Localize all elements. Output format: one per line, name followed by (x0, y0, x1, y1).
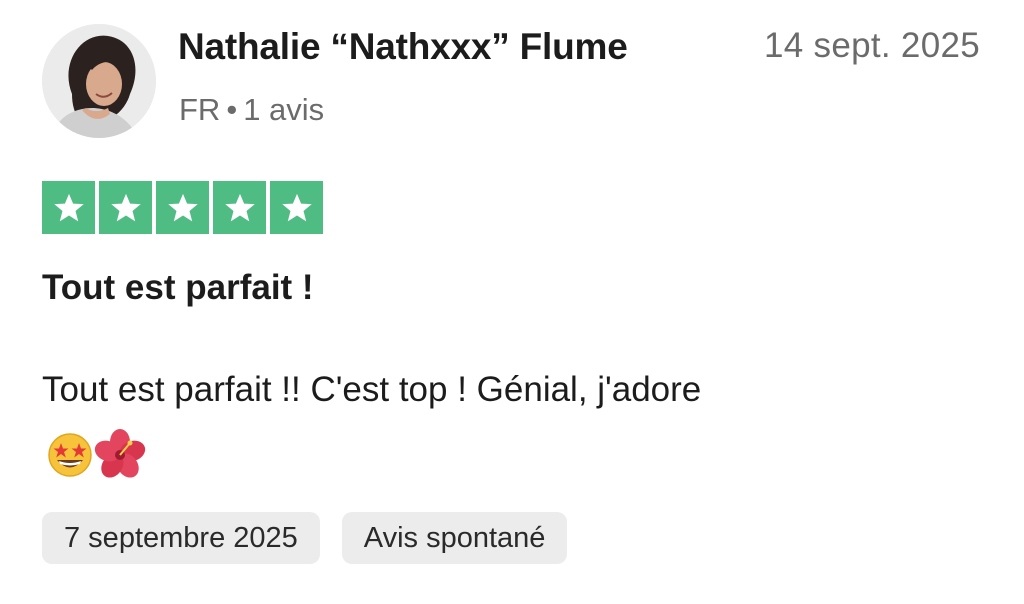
hibiscus-emoji (94, 428, 146, 478)
review-tags: 7 septembre 2025 Avis spontané (42, 512, 568, 564)
star-icon (270, 181, 323, 234)
star-icon (99, 181, 152, 234)
star-icon (42, 181, 95, 234)
review-date: 14 sept. 2025 (763, 26, 980, 65)
author-name[interactable]: Nathalie “Nathxxx” Flume (178, 26, 628, 68)
star-struck-emoji (48, 433, 92, 477)
tag-review-type[interactable]: Avis spontané (341, 512, 568, 564)
star-icon (213, 181, 266, 234)
review-text-content: Tout est parfait !! C'est top ! Génial, … (42, 370, 702, 409)
star-icon (156, 181, 209, 234)
author-meta: FR • 1 avis (179, 92, 324, 128)
review-text: Tout est parfait !! C'est top ! Génial, … (42, 362, 802, 481)
author-country: FR (179, 92, 221, 127)
avatar[interactable] (42, 24, 156, 138)
review-title: Tout est parfait ! (42, 268, 314, 307)
meta-separator: • (226, 92, 238, 127)
tag-experience-date[interactable]: 7 septembre 2025 (42, 512, 320, 564)
star-rating (42, 181, 323, 234)
author-review-count: 1 avis (243, 92, 325, 127)
avatar-photo (42, 24, 156, 138)
review-emojis (46, 425, 146, 481)
